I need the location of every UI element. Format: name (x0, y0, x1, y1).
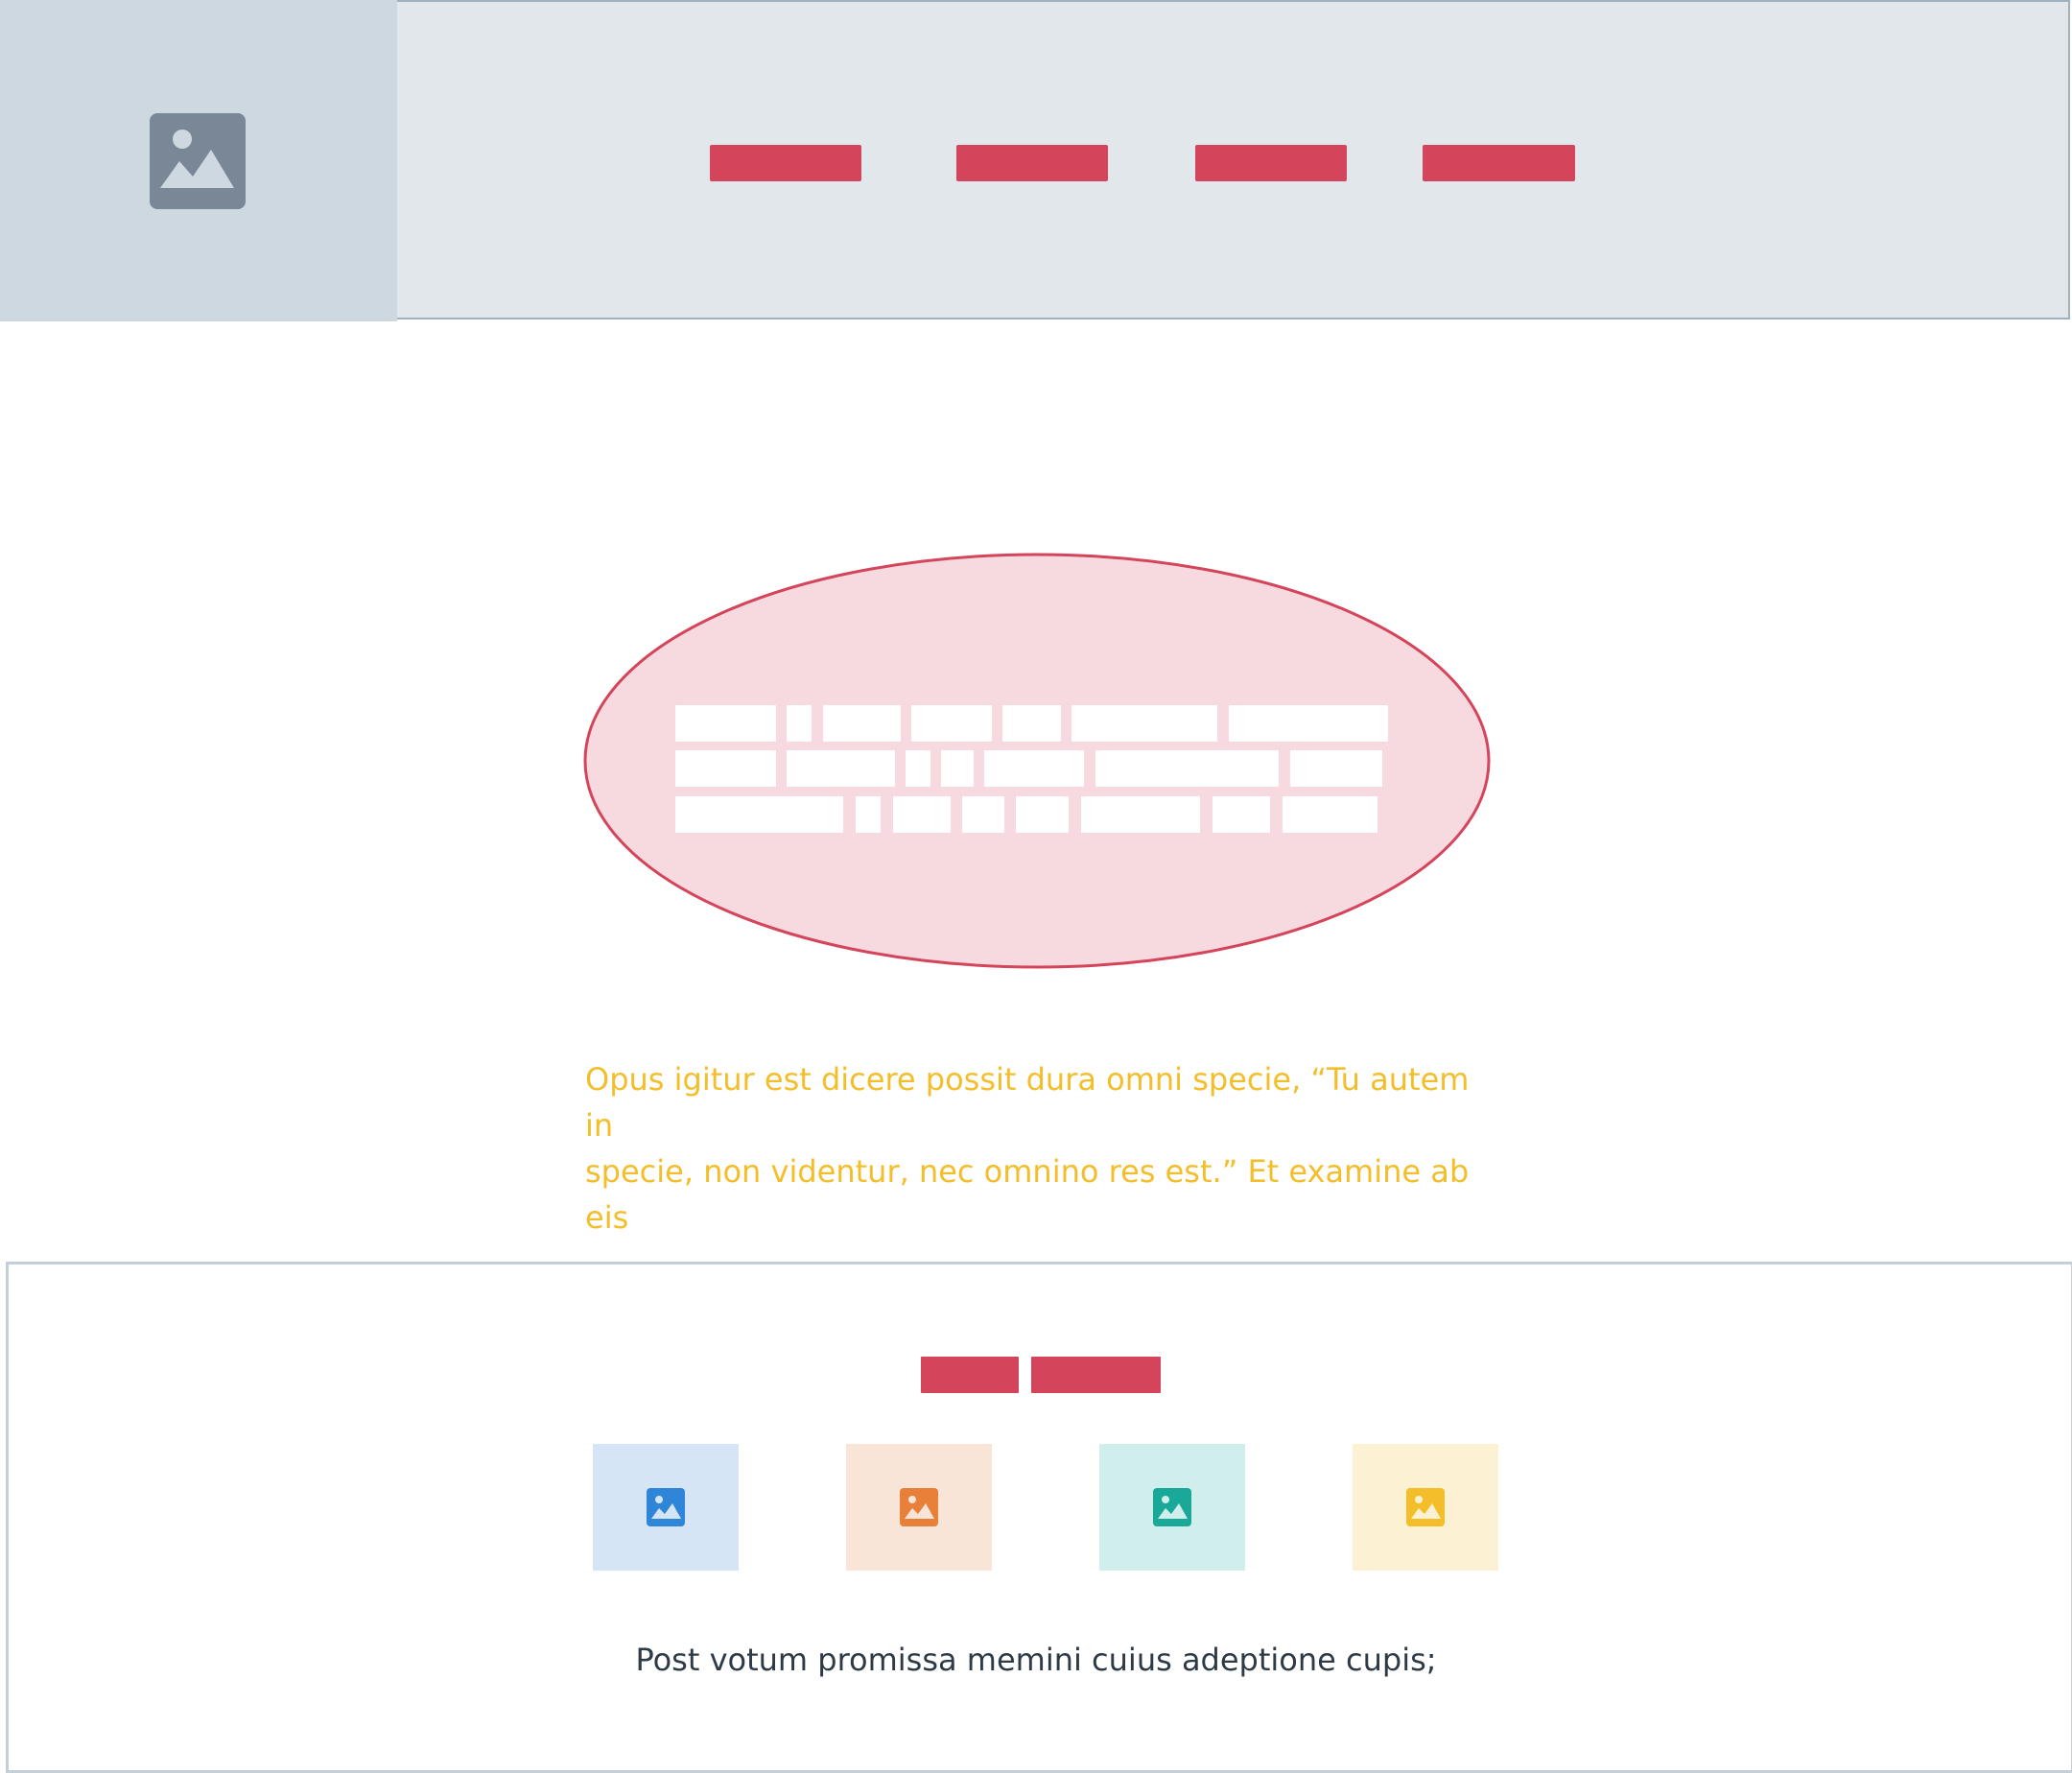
nav-item-1[interactable] (710, 145, 861, 181)
redacted-word (1213, 796, 1270, 833)
redacted-word (1290, 750, 1382, 787)
redacted-word (1016, 796, 1069, 833)
hero-caption: Opus igitur est dicere possit dura omni … (585, 1061, 1470, 1236)
redacted-word (1283, 796, 1377, 833)
redacted-word (823, 705, 901, 742)
feature-text: Post votum promissa memini cuius adeptio… (635, 1642, 1437, 1678)
image-icon (1406, 1488, 1445, 1526)
feature-tile-orange[interactable] (846, 1444, 992, 1571)
feature-tag-1[interactable] (921, 1357, 1019, 1393)
image-icon (1153, 1488, 1191, 1526)
redacted-word (941, 750, 974, 787)
nav-item-2[interactable] (956, 145, 1108, 181)
image-icon (647, 1488, 685, 1526)
redacted-word (1081, 796, 1200, 833)
redacted-word (1002, 705, 1061, 742)
nav-item-3[interactable] (1195, 145, 1347, 181)
redacted-word (906, 750, 930, 787)
redacted-word (787, 750, 895, 787)
redacted-word (675, 750, 776, 787)
redacted-word (984, 750, 1084, 787)
redacted-word (911, 705, 992, 742)
redacted-word (675, 705, 776, 742)
redacted-word (675, 796, 843, 833)
redacted-word (893, 796, 951, 833)
redacted-word (1095, 750, 1279, 787)
feature-tile-teal[interactable] (1099, 1444, 1245, 1571)
feature-tag-2[interactable] (1031, 1357, 1161, 1393)
redacted-word (856, 796, 881, 833)
image-icon (900, 1488, 938, 1526)
redacted-word (1071, 705, 1217, 742)
redacted-word (962, 796, 1004, 833)
redacted-word (1229, 705, 1388, 742)
feature-tile-yellow[interactable] (1353, 1444, 1498, 1571)
feature-tile-blue[interactable] (593, 1444, 739, 1571)
nav-item-4[interactable] (1423, 145, 1575, 181)
redacted-word (787, 705, 812, 742)
logo[interactable] (0, 0, 397, 321)
feature-section (6, 1262, 2072, 1773)
image-placeholder-icon (150, 113, 246, 209)
